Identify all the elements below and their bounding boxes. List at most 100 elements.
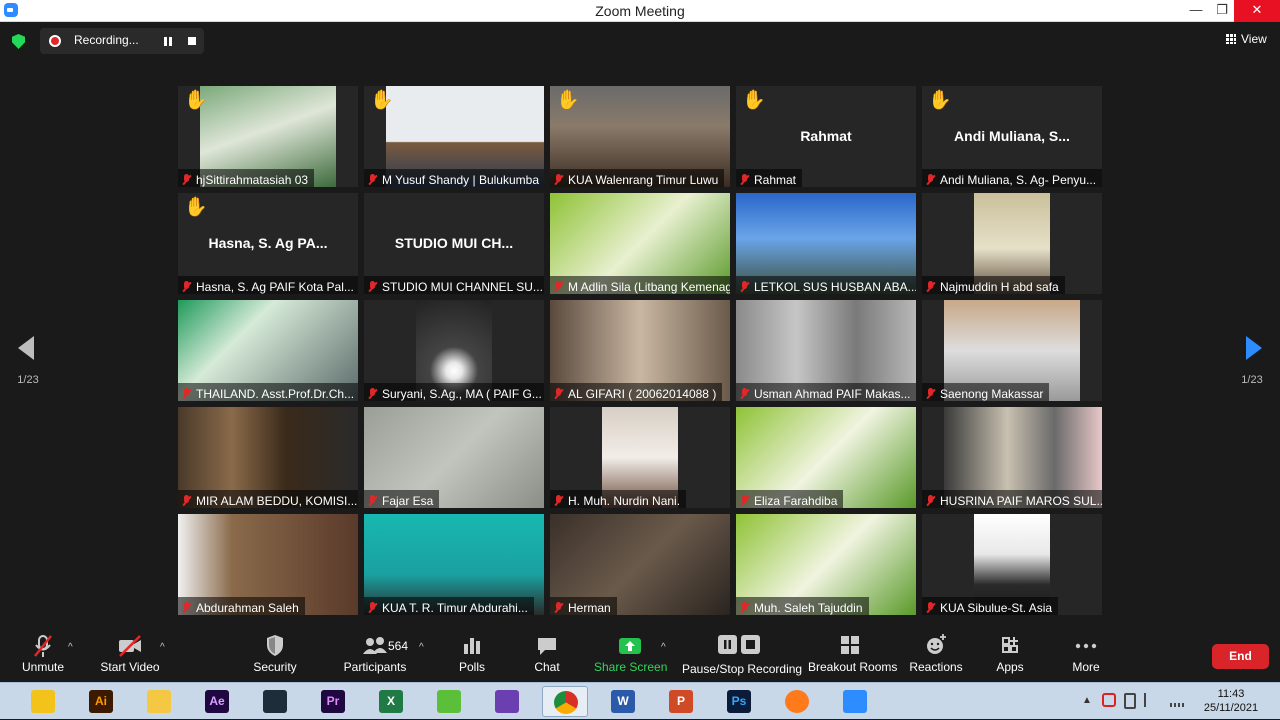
taskbar-app-button[interactable]: Ps xyxy=(716,686,762,717)
end-meeting-button[interactable]: End xyxy=(1212,644,1269,669)
muted-mic-icon xyxy=(740,174,749,185)
pause-recording-icon[interactable] xyxy=(164,37,172,46)
participant-tile[interactable]: STUDIO MUI CH... STUDIO MUI CHANNEL SU... xyxy=(364,193,544,294)
participant-tile[interactable]: ✋ hjSittirahmatasiah 03 xyxy=(178,86,358,187)
muted-microphone-icon xyxy=(34,635,52,657)
participant-name-bar: HUSRINA PAIF MAROS SUL... xyxy=(922,490,1102,508)
illustrator-icon: Ai xyxy=(89,690,113,713)
zoom-icon xyxy=(843,690,867,713)
taskbar-app-button[interactable]: W xyxy=(600,686,646,717)
participant-tile[interactable]: Usman Ahmad PAIF Makas... xyxy=(736,300,916,401)
meeting-topbar: Recording... View xyxy=(0,22,1280,60)
participant-tile[interactable]: KUA T. R. Timur Abdurahi... xyxy=(364,514,544,615)
participant-tile[interactable]: Abdurahman Saleh xyxy=(178,514,358,615)
unmute-button[interactable]: Unmute xyxy=(14,630,72,682)
taskbar-app-button[interactable]: X xyxy=(368,686,414,717)
participant-tile[interactable]: Suryani, S.Ag., MA ( PAIF G... xyxy=(364,300,544,401)
video-off-icon xyxy=(119,635,141,657)
taskbar-app-button[interactable] xyxy=(774,686,820,717)
minimize-button[interactable]: — xyxy=(1182,0,1210,22)
participant-name: Saenong Makassar xyxy=(940,387,1044,401)
participant-tile[interactable]: HUSRINA PAIF MAROS SUL... xyxy=(922,407,1102,508)
participant-tile[interactable]: Najmuddin H abd safa xyxy=(922,193,1102,294)
maximize-button[interactable]: ❐ xyxy=(1208,0,1236,22)
taskbar-app-button[interactable] xyxy=(426,686,472,717)
action-center-flag-icon[interactable] xyxy=(1144,693,1156,707)
after-effects-icon: Ae xyxy=(205,690,229,713)
participant-name: Andi Muliana, S. Ag- Penyu... xyxy=(940,173,1097,187)
taskbar-clock[interactable]: 11:43 25/11/2021 xyxy=(1196,687,1266,715)
breakout-rooms-button[interactable]: Breakout Rooms xyxy=(808,630,897,682)
taskbar-app-button[interactable] xyxy=(20,686,66,717)
participant-tile[interactable]: Rahmat ✋ Rahmat xyxy=(736,86,916,187)
taskbar-app-button[interactable] xyxy=(542,686,588,717)
photoshop-icon: Ps xyxy=(727,690,751,713)
participant-tile[interactable]: M Adlin Sila (Litbang Kemenag) xyxy=(550,193,730,294)
participant-tile[interactable]: KUA Sibulue-St. Asia xyxy=(922,514,1102,615)
participant-name-bar: Muh. Saleh Tajuddin xyxy=(736,597,869,615)
close-window-button[interactable]: ✕ xyxy=(1234,0,1280,22)
participants-options-caret-icon[interactable]: ^ xyxy=(419,642,424,653)
share-screen-button[interactable]: Share Screen xyxy=(594,630,668,682)
participant-tile[interactable]: LETKOL SUS HUSBAN ABA... xyxy=(736,193,916,294)
muted-mic-icon xyxy=(740,388,749,399)
pause-stop-recording-button[interactable]: Pause/Stop Recording xyxy=(682,630,802,682)
participant-tile[interactable]: Andi Muliana, S... ✋ Andi Muliana, S. Ag- … xyxy=(922,86,1102,187)
share-screen-label: Share Screen xyxy=(594,660,668,674)
more-button[interactable]: More xyxy=(1064,630,1108,682)
participant-name-bar: MIR ALAM BEDDU, KOMISI... xyxy=(178,490,358,508)
video-options-caret-icon[interactable]: ^ xyxy=(160,642,165,653)
taskbar-app-button[interactable]: Ae xyxy=(194,686,240,717)
inkscape-icon xyxy=(31,690,55,713)
taskbar-app-button[interactable] xyxy=(832,686,878,717)
firefox-icon xyxy=(785,690,809,713)
tray-expand-icon[interactable]: ▲ xyxy=(1082,695,1092,706)
taskbar-app-button[interactable] xyxy=(252,686,298,717)
apps-button[interactable]: Apps xyxy=(990,630,1030,682)
share-options-caret-icon[interactable]: ^ xyxy=(661,642,666,653)
participant-name-bar: hjSittirahmatasiah 03 xyxy=(178,169,315,187)
unmute-label: Unmute xyxy=(21,660,65,674)
view-button[interactable]: View xyxy=(1226,32,1267,46)
muted-mic-icon xyxy=(368,495,377,506)
tray-device-icon[interactable] xyxy=(1124,693,1136,709)
reactions-button[interactable]: Reactions xyxy=(908,630,964,682)
network-signal-icon[interactable] xyxy=(1170,693,1184,707)
encryption-shield-icon[interactable] xyxy=(12,34,25,49)
audio-options-caret-icon[interactable]: ^ xyxy=(68,642,73,653)
participant-tile[interactable]: Muh. Saleh Tajuddin xyxy=(736,514,916,615)
participant-tile[interactable]: Fajar Esa xyxy=(364,407,544,508)
muted-mic-icon xyxy=(182,495,191,506)
security-button[interactable]: Security xyxy=(250,630,300,682)
chat-button[interactable]: Chat xyxy=(527,630,567,682)
participant-tile[interactable]: THAILAND. Asst.Prof.Dr.Ch... xyxy=(178,300,358,401)
muted-mic-icon xyxy=(926,388,935,399)
previous-page-arrow-icon[interactable] xyxy=(18,336,34,360)
participant-display-name: Hasna, S. Ag PA... xyxy=(208,235,328,251)
taskbar-app-button[interactable]: Pr xyxy=(310,686,356,717)
participant-tile[interactable]: ✋ M Yusuf Shandy | Bulukumba xyxy=(364,86,544,187)
participant-tile[interactable]: ✋ KUA Walenrang Timur Luwu xyxy=(550,86,730,187)
participant-tile[interactable]: Saenong Makassar xyxy=(922,300,1102,401)
participant-tile[interactable]: Hasna, S. Ag PA... ✋ Hasna, S. Ag PAIF Kot… xyxy=(178,193,358,294)
participant-tile[interactable]: H. Muh. Nurdin Nani. xyxy=(550,407,730,508)
start-video-button[interactable]: Start Video xyxy=(98,630,162,682)
polls-button[interactable]: Polls xyxy=(452,630,492,682)
muted-mic-icon xyxy=(368,602,377,613)
participant-tile[interactable]: Eliza Farahdiba xyxy=(736,407,916,508)
participant-tile[interactable]: Herman xyxy=(550,514,730,615)
muted-mic-icon xyxy=(368,388,377,399)
participant-name: M Yusuf Shandy | Bulukumba xyxy=(382,173,539,187)
taskbar-app-button[interactable]: Ai xyxy=(78,686,124,717)
taskbar-app-button[interactable]: P xyxy=(658,686,704,717)
recording-indicator: Recording... xyxy=(40,28,204,54)
muted-mic-icon xyxy=(554,174,563,185)
next-page-arrow-icon[interactable] xyxy=(1246,336,1262,360)
stop-recording-icon[interactable] xyxy=(188,37,196,45)
taskbar-app-button[interactable] xyxy=(136,686,182,717)
participant-tile[interactable]: MIR ALAM BEDDU, KOMISI... xyxy=(178,407,358,508)
participant-tile[interactable]: AL GIFARI ( 20062014088 ) xyxy=(550,300,730,401)
tray-app-icon[interactable] xyxy=(1102,693,1116,707)
participants-button[interactable]: 564 Participants xyxy=(340,630,410,682)
taskbar-app-button[interactable] xyxy=(484,686,530,717)
